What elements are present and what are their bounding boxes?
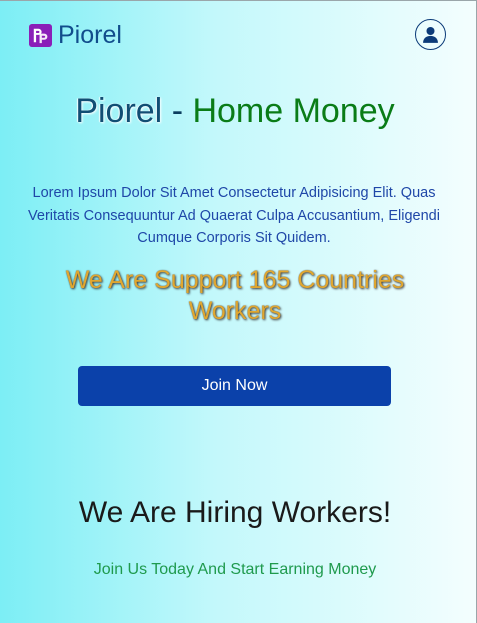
hero-title-tagline: Home Money <box>192 92 395 130</box>
profile-button[interactable] <box>415 19 446 50</box>
hero-title-brand: Piorel <box>75 92 163 130</box>
hiring-subtitle: Join Us Today And Start Earning Money <box>93 561 377 578</box>
hiring-title: We Are Hiring Workers! <box>78 496 392 529</box>
user-profile-icon <box>423 26 438 43</box>
hero-title: Piorel - Home Money <box>0 90 470 132</box>
site-header: Piorel <box>0 1 477 71</box>
piorel-logo-icon <box>29 23 52 47</box>
hero-title-separator: - <box>162 92 193 130</box>
hero-description: Lorem Ipsum Dolor Sit Amet Consectetur A… <box>28 185 440 246</box>
join-now-button[interactable]: Join Now <box>78 366 391 406</box>
support-countries-text: We Are Support 165 Countries Workers <box>65 266 405 325</box>
brand-name: Piorel <box>58 21 122 49</box>
brand[interactable]: Piorel <box>29 22 122 48</box>
